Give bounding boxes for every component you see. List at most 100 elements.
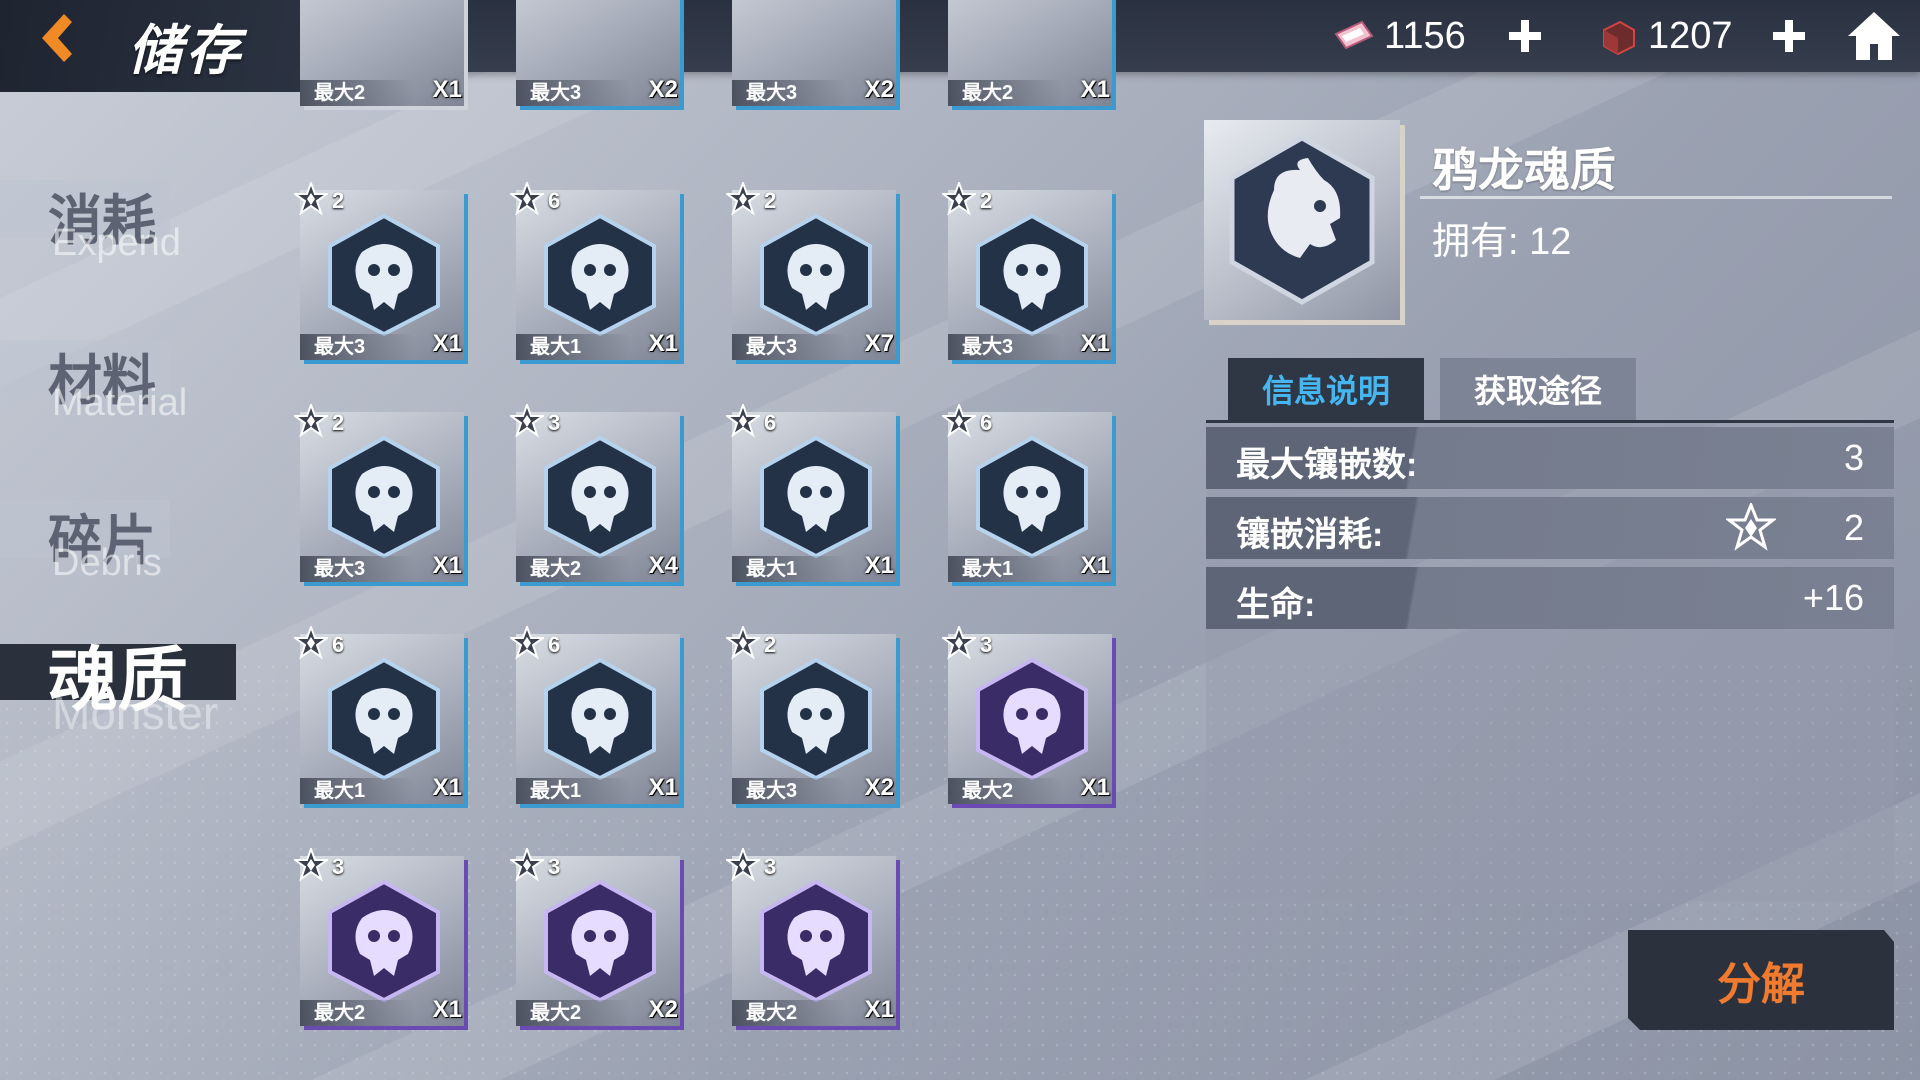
item-rank: 2 (332, 410, 345, 435)
skull-crab-icon (976, 435, 1088, 559)
skull-fang-icon (976, 213, 1088, 337)
dragon-head-icon (1229, 135, 1375, 305)
item-max-label: 最大1 (300, 778, 414, 804)
stat-value: 3 (1843, 437, 1864, 478)
item-slot[interactable]: 6 最大1 X1 (510, 626, 680, 804)
item-max-label: 最大1 (516, 778, 630, 804)
home-button[interactable] (1842, 6, 1906, 66)
item-quantity: X2 (864, 774, 894, 801)
item-slot-partial[interactable]: 最大3 X2 (516, 0, 680, 106)
skull-antler-icon (328, 213, 440, 337)
plus-icon (1773, 20, 1805, 52)
home-icon (1848, 12, 1900, 60)
item-slot[interactable]: 6 最大1 X1 (294, 626, 464, 804)
skull-fan-icon (544, 213, 656, 337)
star-rank-icon (942, 626, 976, 660)
star-rank-icon (726, 848, 760, 882)
item-quantity: X1 (432, 774, 462, 801)
item-max-label: 最大2 (948, 778, 1062, 804)
item-slot[interactable]: 2 最大3 X1 (294, 182, 464, 360)
back-arrow-icon (42, 14, 72, 62)
stat-value: 2 (1843, 507, 1864, 548)
item-max-label: 最大2 (300, 80, 414, 106)
stat-label: 镶嵌消耗: (1236, 516, 1384, 554)
item-max-label: 最大3 (516, 80, 630, 106)
currency-1-value: 1156 (1384, 14, 1466, 57)
ram-horn-icon (544, 657, 656, 781)
item-max-label: 最大3 (948, 334, 1062, 360)
item-slot-partial[interactable]: 最大3 X2 (732, 0, 896, 106)
item-quantity: X1 (1080, 552, 1110, 579)
add-currency-2-button[interactable] (1768, 15, 1810, 57)
add-currency-1-button[interactable] (1504, 15, 1546, 57)
item-slot[interactable]: 2 最大3 X2 (726, 626, 896, 804)
star-rank-icon (510, 848, 544, 882)
item-quantity: X1 (432, 552, 462, 579)
item-max-label: 最大2 (948, 80, 1062, 106)
tab-expend[interactable]: 消耗 Expend (0, 176, 250, 268)
item-slot[interactable]: 3 最大2 X4 (510, 404, 680, 582)
item-quantity: X1 (432, 330, 462, 357)
item-slot[interactable]: 3 最大2 X1 (942, 626, 1112, 804)
item-rank: 3 (548, 410, 561, 435)
item-slot[interactable]: 6 最大1 X1 (726, 404, 896, 582)
item-quantity: X1 (1080, 76, 1110, 103)
tab-info[interactable]: 信息说明 (1228, 358, 1424, 420)
item-slot[interactable]: 2 最大3 X7 (726, 182, 896, 360)
back-button[interactable] (18, 8, 88, 68)
tentacle-head-icon (760, 657, 872, 781)
tab-material-en: Material (52, 382, 188, 424)
tab-debris-en: Debris (52, 542, 162, 584)
tab-monster-en: Monster (52, 687, 219, 739)
star-rank-icon (294, 404, 328, 438)
star-rank-icon (294, 848, 328, 882)
tab-material[interactable]: 材料 Material (0, 336, 250, 428)
divider (1420, 196, 1892, 199)
red-cube-icon (1603, 20, 1635, 56)
item-slot[interactable]: 3 最大2 X2 (510, 848, 680, 1026)
stat-label: 最大镶嵌数: (1236, 446, 1418, 484)
item-rank: 6 (548, 188, 561, 213)
item-rank: 6 (548, 632, 561, 657)
tab-expend-en: Expend (52, 222, 181, 264)
item-quantity: X1 (648, 774, 678, 801)
item-quantity: X1 (432, 996, 462, 1023)
item-slot[interactable]: 2 最大3 X1 (294, 404, 464, 582)
stat-row-max-slots: 最大镶嵌数: 3 (1206, 427, 1894, 489)
plus-icon (1509, 20, 1541, 52)
item-rank: 2 (764, 632, 777, 657)
decompose-button[interactable]: 分解 (1628, 930, 1894, 1030)
item-slot-partial[interactable]: 最大2 X1 (948, 0, 1112, 106)
item-slot[interactable]: 3 最大2 X1 (294, 848, 464, 1026)
item-quantity: X4 (648, 552, 678, 579)
star-rank-icon (510, 182, 544, 216)
item-quantity: X2 (648, 76, 678, 103)
tab-debris[interactable]: 碎片 Debris (0, 496, 250, 588)
item-rank: 2 (764, 188, 777, 213)
tab-monster[interactable]: 魂质 Monster (0, 624, 250, 754)
item-max-label: 最大3 (732, 80, 846, 106)
item-rank: 3 (332, 854, 345, 879)
star-rank-icon (726, 404, 760, 438)
crystal-ticket-icon (1334, 20, 1374, 50)
stat-row-inlay-cost: 镶嵌消耗: 2 (1206, 497, 1894, 559)
dragon-head-icon (328, 879, 440, 1003)
currency-2: 1207 (1596, 10, 1810, 62)
star-rank-icon (294, 626, 328, 660)
item-slot[interactable]: 6 最大1 X1 (510, 182, 680, 360)
currency-2-value: 1207 (1648, 14, 1733, 57)
item-max-label: 最大2 (516, 1000, 630, 1026)
item-slot[interactable]: 2 最大3 X1 (942, 182, 1112, 360)
owned-count: 拥有: 12 (1432, 221, 1572, 263)
star-rank-icon (1726, 503, 1776, 551)
item-max-label: 最大3 (300, 334, 414, 360)
skull-horn-icon (760, 213, 872, 337)
item-max-label: 最大1 (732, 556, 846, 582)
item-slot[interactable]: 6 最大1 X1 (942, 404, 1112, 582)
item-slot-partial[interactable]: 最大2 X1 (300, 0, 464, 106)
currency-1: 1156 (1332, 10, 1546, 62)
item-max-label: 最大2 (516, 556, 630, 582)
item-max-label: 最大1 (948, 556, 1062, 582)
tab-source[interactable]: 获取途径 (1440, 358, 1636, 420)
item-slot[interactable]: 3 最大2 X1 (726, 848, 896, 1026)
